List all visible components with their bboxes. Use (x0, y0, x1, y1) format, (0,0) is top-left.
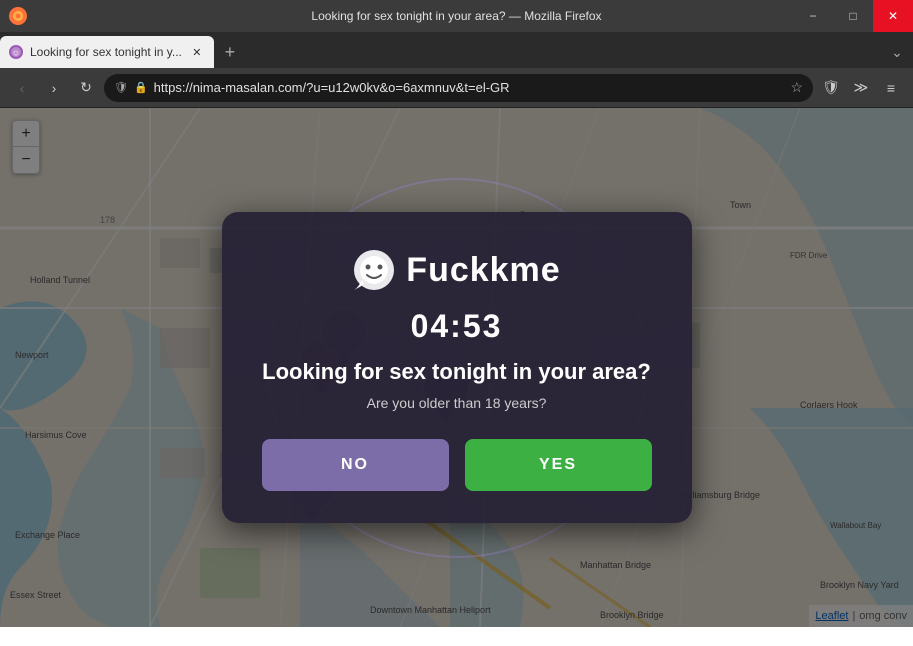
bookmark-star-icon[interactable]: ☆ (790, 79, 803, 96)
tab-bar: ☺ Looking for sex tonight in y... ✕ + ⌄ (0, 32, 913, 68)
window-title: Looking for sex tonight in your area? — … (311, 9, 601, 23)
countdown-timer: 04:53 (262, 308, 652, 345)
shield-button[interactable]: 🛡 (817, 74, 845, 102)
brand-name: Fuckkme (406, 251, 560, 290)
modal-overlay: Fuckkme 04:53 Looking for sex tonight in… (0, 108, 913, 627)
forward-button[interactable]: › (40, 74, 68, 102)
age-verification-modal: Fuckkme 04:53 Looking for sex tonight in… (222, 212, 692, 523)
modal-subtext: Are you older than 18 years? (262, 395, 652, 411)
tab-title: Looking for sex tonight in y... (30, 45, 182, 59)
close-button[interactable]: ✕ (873, 0, 913, 32)
toolbar-right: 🛡 ≫ ≡ (817, 74, 905, 102)
extensions-button[interactable]: ≫ (847, 74, 875, 102)
lock-icon: 🔒 (134, 81, 148, 94)
map-container: Holland Tunnel Harsimus Cove Exchange Pl… (0, 108, 913, 627)
url-bar[interactable]: 🛡 🔒 https://nima-masalan.com/?u=u12w0kv&… (104, 74, 813, 102)
shield-icon: 🛡 (114, 81, 128, 94)
title-bar: Looking for sex tonight in your area? — … (0, 0, 913, 32)
tab-close-button[interactable]: ✕ (188, 43, 206, 61)
tab-favicon: ☺ (8, 44, 24, 60)
url-text: https://nima-masalan.com/?u=u12w0kv&o=6a… (154, 80, 785, 95)
maximize-button[interactable]: □ (833, 0, 873, 32)
firefox-icon (8, 6, 28, 26)
brand-header: Fuckkme (262, 248, 652, 292)
reload-button[interactable]: ↻ (72, 74, 100, 102)
brand-logo (352, 248, 396, 292)
modal-buttons: NO YES (262, 439, 652, 491)
menu-button[interactable]: ≡ (877, 74, 905, 102)
yes-button[interactable]: YES (465, 439, 652, 491)
no-button[interactable]: NO (262, 439, 449, 491)
svg-text:☺: ☺ (12, 49, 20, 58)
browser-chrome: Looking for sex tonight in your area? — … (0, 0, 913, 108)
back-button[interactable]: ‹ (8, 74, 36, 102)
address-bar: ‹ › ↻ 🛡 🔒 https://nima-masalan.com/?u=u1… (0, 68, 913, 108)
active-tab[interactable]: ☺ Looking for sex tonight in y... ✕ (0, 36, 214, 68)
modal-headline: Looking for sex tonight in your area? (262, 359, 652, 385)
tab-list-button[interactable]: ⌄ (881, 36, 913, 68)
new-tab-button[interactable]: + (214, 36, 246, 68)
minimize-button[interactable]: − (793, 0, 833, 32)
window-controls: − □ ✕ (793, 0, 913, 32)
